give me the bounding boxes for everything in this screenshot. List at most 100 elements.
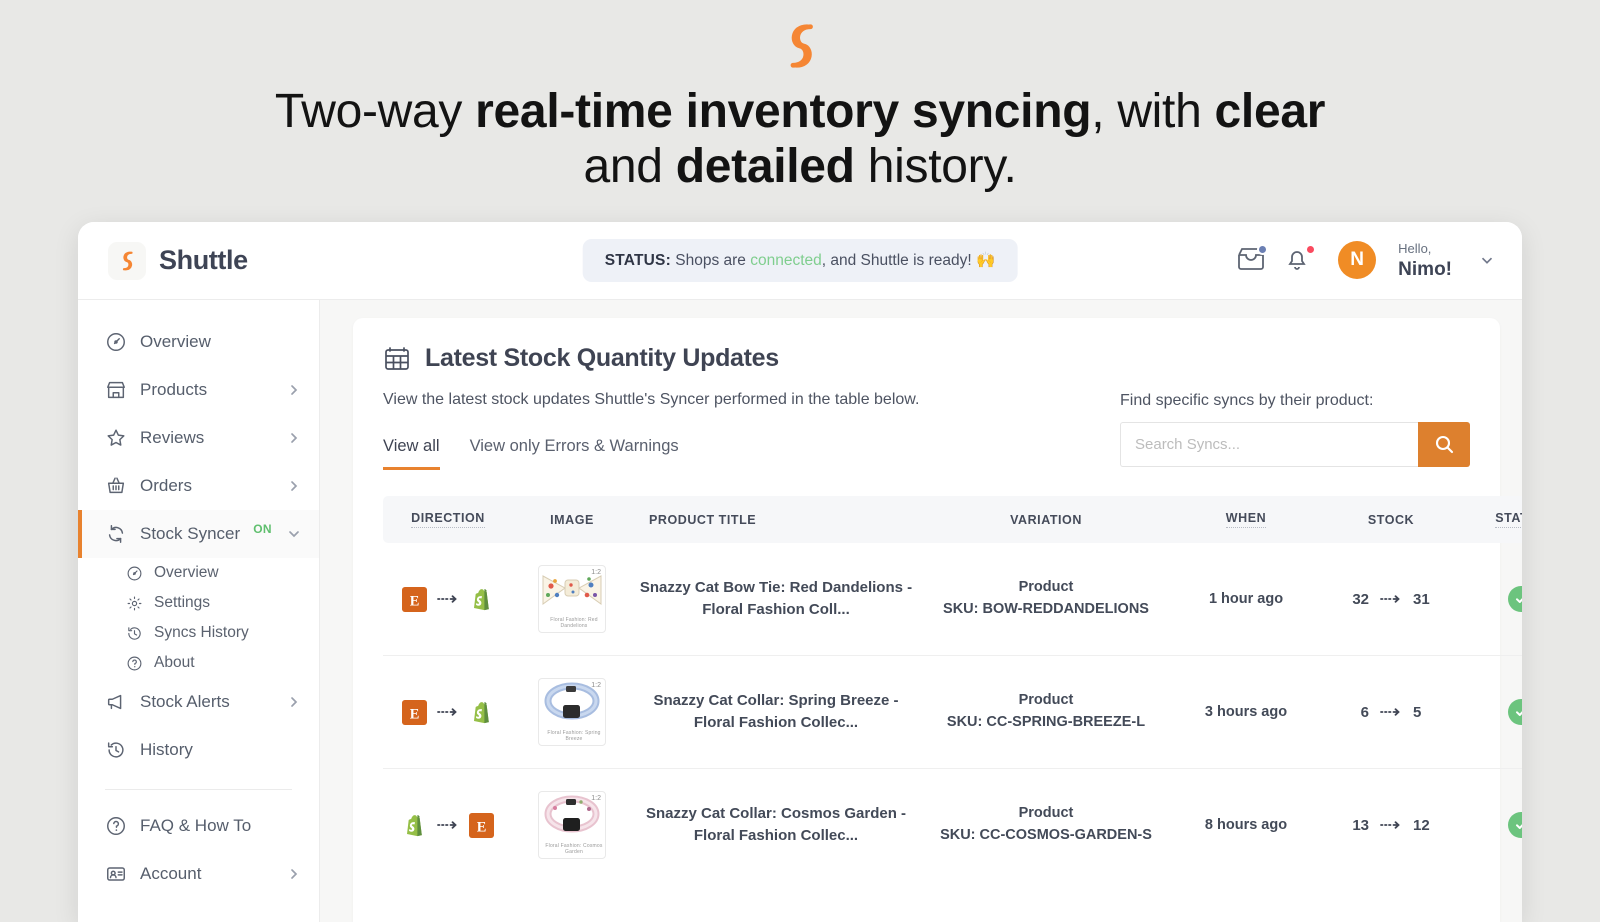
stock-updates-table: DIRECTION IMAGE PRODUCT TITLE VARIATION WHEN…: [383, 496, 1522, 881]
greeting: Hello, Nimo!: [1398, 240, 1452, 280]
status-emoji: 🙌: [976, 252, 996, 269]
chevron-down-icon[interactable]: [1478, 251, 1496, 269]
sidebar-subitem-about[interactable]: About: [78, 648, 319, 678]
arrow-right-icon: [437, 708, 457, 716]
thumbnail-badge: 1:2: [591, 795, 601, 802]
chevron-right-icon[interactable]: [287, 695, 301, 709]
product-thumbnail: 1:2 Floral Fashion: Spring Breeze: [538, 678, 606, 746]
chevron-right-icon[interactable]: [287, 431, 301, 445]
shopify-icon: [474, 588, 489, 610]
status-cell: [1461, 769, 1522, 882]
chevron-right-icon[interactable]: [287, 383, 301, 397]
status-text-after: , and Shuttle is ready!: [821, 252, 976, 269]
status-cell: [1461, 655, 1522, 769]
gear-icon: [127, 596, 142, 610]
arrow-right-icon: [1380, 821, 1400, 829]
search-button[interactable]: [1418, 422, 1470, 467]
chevron-right-icon[interactable]: [287, 479, 301, 493]
search-input[interactable]: [1120, 422, 1418, 467]
sidebar-divider: [105, 789, 292, 790]
stock-updates-card: Latest Stock Quantity Updates View the l…: [353, 318, 1522, 922]
product-title-cell[interactable]: Snazzy Cat Collar: Cosmos Garden - Flora…: [631, 769, 921, 882]
product-thumbnail: 1:2 Floral Fashion: Cosmos Garden: [538, 791, 606, 859]
column-header-image[interactable]: IMAGE: [513, 496, 631, 543]
chevron-down-icon[interactable]: [287, 527, 301, 541]
brand[interactable]: Shuttle: [108, 241, 468, 280]
sidebar-subitem-overview[interactable]: Overview: [78, 558, 319, 588]
search-box: [1120, 422, 1470, 467]
bell-icon[interactable]: [1284, 244, 1317, 274]
arrow-right-icon: [437, 821, 457, 829]
sidebar-item-stock-alerts[interactable]: Stock Alerts: [78, 678, 319, 726]
inbox-icon[interactable]: [1236, 244, 1269, 274]
chevron-right-icon[interactable]: [287, 867, 301, 881]
status-highlight: connected: [750, 252, 822, 269]
thumbnail-badge: 1:2: [591, 682, 601, 689]
image-cell: 1:2 Floral Fashion: Cosmos Garden: [513, 769, 631, 882]
app-body: Overview Products Reviews Orders Stock Synce…: [78, 300, 1522, 922]
status-success-icon: [1508, 812, 1522, 838]
sidebar-subitem-label: Settings: [154, 594, 211, 611]
status-badge-on: ON: [253, 522, 272, 536]
avatar[interactable]: N: [1338, 241, 1377, 280]
variation-cell: Product SKU: CC-COSMOS-GARDEN-S: [921, 769, 1171, 882]
table-body: E 1:2 Floral Fashion: Red Dandelions Snazzy…: [383, 543, 1522, 881]
sidebar-item-label: Products: [140, 380, 208, 399]
column-header-product-title[interactable]: PRODUCT TITLE: [631, 496, 921, 543]
sidebar-item-overview[interactable]: Overview: [78, 318, 319, 366]
table-row[interactable]: E 1:2 Floral Fashion: Red Dandelions Snazzy…: [383, 543, 1522, 656]
sidebar-item-stock-syncer[interactable]: Stock Syncer ON: [78, 510, 319, 558]
brand-name: Shuttle: [159, 245, 248, 275]
status-badge: STATUS: Shops are connected, and Shuttle…: [582, 239, 1018, 282]
sidebar-item-history[interactable]: History: [78, 726, 319, 774]
table-row[interactable]: E 1:2 Floral Fashion: Cosmos Garden Snazzy …: [383, 769, 1522, 882]
sidebar-item-faq-how-to[interactable]: FAQ & How To: [78, 802, 319, 850]
sidebar-nav-main: Overview Products Reviews Orders Stock Synce…: [78, 318, 319, 558]
sidebar-item-products[interactable]: Products: [78, 366, 319, 414]
id-card-icon: [107, 867, 125, 881]
sidebar-item-label: FAQ & How To: [140, 816, 252, 835]
arrow-right-icon: [1380, 595, 1400, 603]
sidebar-item-reviews[interactable]: Reviews: [78, 414, 319, 462]
variation-sku: SKU: CC-SPRING-BREEZE-L: [946, 714, 1146, 730]
table-row[interactable]: E 1:2 Floral Fashion: Spring Breeze Snazzy …: [383, 655, 1522, 769]
sidebar-item-label: Stock Alerts: [140, 692, 230, 711]
etsy-icon: E: [469, 812, 494, 838]
megaphone-icon: [107, 694, 122, 710]
column-header-direction[interactable]: DIRECTION: [383, 496, 513, 543]
product-title-cell[interactable]: Snazzy Cat Bow Tie: Red Dandelions - Flo…: [631, 543, 921, 656]
shopify-icon: [407, 814, 422, 836]
sidebar-item-label: History: [140, 740, 193, 759]
thumbnail-badge: 1:2: [591, 569, 601, 576]
stock-cell: 32 31: [1321, 543, 1461, 656]
tab-view-errors[interactable]: View only Errors & Warnings: [470, 437, 679, 470]
column-header-stock[interactable]: STOCK: [1321, 496, 1461, 543]
sidebar: Overview Products Reviews Orders Stock Synce…: [78, 300, 320, 922]
product-title-cell[interactable]: Snazzy Cat Collar: Spring Breeze - Flora…: [631, 655, 921, 769]
variation-sku: SKU: CC-COSMOS-GARDEN-S: [940, 827, 1152, 843]
etsy-icon: E: [402, 699, 427, 725]
status-text-before: Shops are: [675, 252, 751, 269]
thumbnail-caption: Floral Fashion: Cosmos Garden: [545, 843, 603, 855]
status-cell: [1461, 543, 1522, 656]
headline-text: Two-way real-time inventory syncing, wit…: [274, 85, 1326, 194]
column-header-when[interactable]: WHEN: [1171, 496, 1321, 543]
bell-badge-dot: [1305, 244, 1317, 256]
main-content: Latest Stock Quantity Updates View the l…: [320, 300, 1522, 922]
card-header-left: Latest Stock Quantity Updates View the l…: [383, 344, 1120, 470]
column-header-status[interactable]: STATUS: [1461, 496, 1522, 543]
sidebar-subitem-syncs-history[interactable]: Syncs History: [78, 618, 319, 648]
star-icon: [107, 429, 125, 446]
sidebar-subitem-settings[interactable]: Settings: [78, 588, 319, 618]
tab-view-all[interactable]: View all: [383, 437, 440, 470]
basket-icon: [107, 477, 125, 494]
card-header: Latest Stock Quantity Updates View the l…: [383, 344, 1470, 470]
app-window: Shuttle STATUS: Shops are connected, and…: [78, 222, 1522, 922]
gauge-icon: [127, 566, 142, 580]
column-header-variation[interactable]: VARIATION: [921, 496, 1171, 543]
sidebar-item-account[interactable]: Account: [78, 850, 319, 898]
variation-type: Product: [1018, 692, 1074, 709]
promo-headline: Two-way real-time inventory syncing, wit…: [240, 84, 1360, 194]
sidebar-item-label: Reviews: [140, 428, 205, 447]
sidebar-item-orders[interactable]: Orders: [78, 462, 319, 510]
